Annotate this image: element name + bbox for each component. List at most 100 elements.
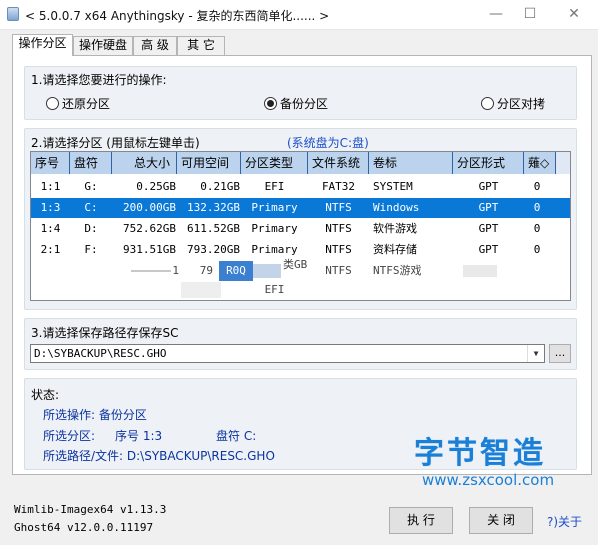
title-bar: < 5.0.0.7 x64 Anythingsky - 复杂的东西简单化....…: [0, 0, 598, 30]
tab-operate-disk[interactable]: 操作硬盘: [73, 36, 133, 55]
watermark: 字节智造 www.zsxcool.com: [400, 428, 590, 500]
about-link[interactable]: ?)关于: [547, 513, 582, 530]
cell-free: 79: [199, 264, 213, 277]
system-disk-note: (系统盘为C:盘): [287, 136, 369, 150]
partition-table: 序号 盘符 总大小 可用空间 分区类型 文件系统 卷标 分区形式 薙◇ 1:1 …: [30, 151, 571, 301]
table-header: 序号 盘符 总大小 可用空间 分区类型 文件系统 卷标 分区形式 薙◇: [31, 152, 570, 174]
cell-fs: NTFS: [325, 222, 352, 235]
cell-fs: NTFS: [325, 243, 352, 256]
cell-index: 1:4: [40, 222, 61, 235]
header-scroll-corner: [556, 152, 570, 174]
cell-extra: 0: [533, 201, 541, 214]
watermark-url: www.zsxcool.com: [422, 471, 555, 489]
cell-fs: FAT32: [321, 180, 356, 193]
radio-circle: [264, 96, 277, 110]
cell-label: 软件游戏: [373, 222, 417, 235]
cell-type: Primary: [251, 222, 298, 235]
cell-free: 793.20GB: [187, 243, 240, 256]
partition-title: 2.请选择分区 (用鼠标左键单击): [31, 136, 200, 150]
cell-drive: F:: [84, 243, 98, 256]
status-title: 状态:: [31, 388, 60, 402]
cell-scheme: GPT: [478, 243, 499, 256]
cell-type: EFI: [264, 180, 285, 193]
col-total[interactable]: 总大小: [112, 152, 177, 174]
cell-total: 752.62GB: [123, 222, 176, 235]
cell-free: 0.21GB: [200, 180, 240, 193]
cell-total: 200.00GB: [123, 201, 176, 214]
cell-label: NTFS游戏: [373, 264, 422, 277]
table-row[interactable]: 1:4 D: 752.62GB 611.52GB Primary NTFS 软件…: [31, 219, 570, 239]
col-index[interactable]: 序号: [31, 152, 70, 174]
save-path-input[interactable]: D:\SYBACKUP\RESC.GHO ▼: [30, 344, 545, 363]
cell-drive: C:: [84, 201, 98, 214]
execute-button[interactable]: 执 行: [389, 507, 453, 534]
col-label[interactable]: 卷标: [369, 152, 453, 174]
status-partition-drive: 盘符 C:: [216, 429, 257, 443]
minimize-button[interactable]: —: [484, 4, 508, 24]
glitch-text: 类GB: [283, 258, 308, 271]
radio-selected-dot: [267, 99, 274, 107]
col-drive[interactable]: 盘符: [70, 152, 112, 174]
cell-free: 611.52GB: [187, 222, 240, 235]
cell-type: Primary: [251, 201, 298, 214]
radio-label: 备份分区: [280, 96, 329, 111]
maximize-button[interactable]: ☐: [518, 4, 542, 24]
table-row-glitched[interactable]: 1 79 R0Q 类GB NTFS NTFS游戏: [31, 258, 570, 281]
status-partition-label: 所选分区:: [43, 429, 96, 443]
tab-other[interactable]: 其 它: [177, 36, 225, 55]
close-window-button[interactable]: ✕: [562, 4, 586, 24]
cell-total: 0.25GB: [136, 180, 176, 193]
cell-total: 1: [172, 264, 179, 277]
browse-button[interactable]: ...: [549, 344, 571, 363]
cell-scheme: GPT: [478, 201, 499, 214]
watermark-logo-text: 字节智造: [414, 436, 546, 471]
window-title: < 5.0.0.7 x64 Anythingsky - 复杂的东西简单化....…: [25, 9, 330, 23]
radio-circle: [46, 96, 59, 110]
operation-title: 1.请选择您要进行的操作:: [31, 73, 167, 87]
radio-label: 还原分区: [62, 96, 111, 111]
cell-fs: NTFS: [325, 201, 352, 214]
col-type[interactable]: 分区类型: [241, 152, 308, 174]
ghost-version: Ghost64 v12.0.0.11197: [14, 521, 154, 534]
radio-label: 分区对拷: [497, 96, 546, 111]
status-path: 所选路径/文件: D:\SYBACKUP\RESC.GHO: [43, 449, 275, 463]
save-path-title: 3.请选择保存路径存保存SC: [31, 326, 179, 340]
table-row[interactable]: 1:1 G: 0.25GB 0.21GB EFI FAT32 SYSTEM GP…: [31, 177, 570, 197]
cell-extra: 0: [533, 243, 541, 256]
close-button[interactable]: 关 闭: [469, 507, 533, 534]
table-row-glitched[interactable]: EFI: [31, 280, 570, 300]
save-path-value: D:\SYBACKUP\RESC.GHO: [34, 347, 167, 360]
radio-backup-partition[interactable]: 备份分区: [264, 95, 328, 111]
radio-restore-partition[interactable]: 还原分区: [46, 95, 110, 111]
horizontal-scrollbar[interactable]: [31, 300, 570, 301]
cell-drive: D:: [84, 222, 98, 235]
glitch-block: [253, 264, 281, 278]
col-scheme[interactable]: 分区形式: [453, 152, 524, 174]
cell-scheme: GPT: [478, 222, 499, 235]
radio-copy-partition[interactable]: 分区对拷: [481, 95, 545, 111]
tab-advanced[interactable]: 高 级: [133, 36, 177, 55]
cell-free: 132.32GB: [187, 201, 240, 214]
chevron-down-icon[interactable]: ▼: [527, 345, 544, 362]
glitch-block: [463, 265, 497, 277]
wimlib-version: Wimlib-Imagex64 v1.13.3: [14, 503, 167, 516]
glitch-block: [181, 282, 221, 298]
cell-extra: 0: [533, 180, 541, 193]
status-partition-index: 序号 1:3: [115, 429, 163, 443]
cell-index: 2:1: [40, 243, 61, 256]
cell-extra: 0: [533, 222, 541, 235]
col-extra[interactable]: 薙◇: [524, 152, 556, 174]
cell-index: 1:3: [40, 201, 61, 214]
status-operation: 所选操作: 备份分区: [43, 408, 147, 422]
col-free[interactable]: 可用空间: [177, 152, 241, 174]
col-fs[interactable]: 文件系统: [308, 152, 369, 174]
cell-drive: G:: [84, 180, 98, 193]
cell-index: 1:1: [40, 180, 61, 193]
cell-label: SYSTEM: [373, 180, 413, 193]
radio-circle: [481, 96, 494, 110]
cell-total: 931.51GB: [123, 243, 176, 256]
cell-type: EFI: [264, 283, 285, 296]
tab-operate-partition[interactable]: 操作分区: [12, 34, 73, 56]
cell-fs: NTFS: [325, 264, 352, 277]
table-row-selected[interactable]: 1:3 C: 200.00GB 132.32GB Primary NTFS Wi…: [31, 198, 570, 218]
